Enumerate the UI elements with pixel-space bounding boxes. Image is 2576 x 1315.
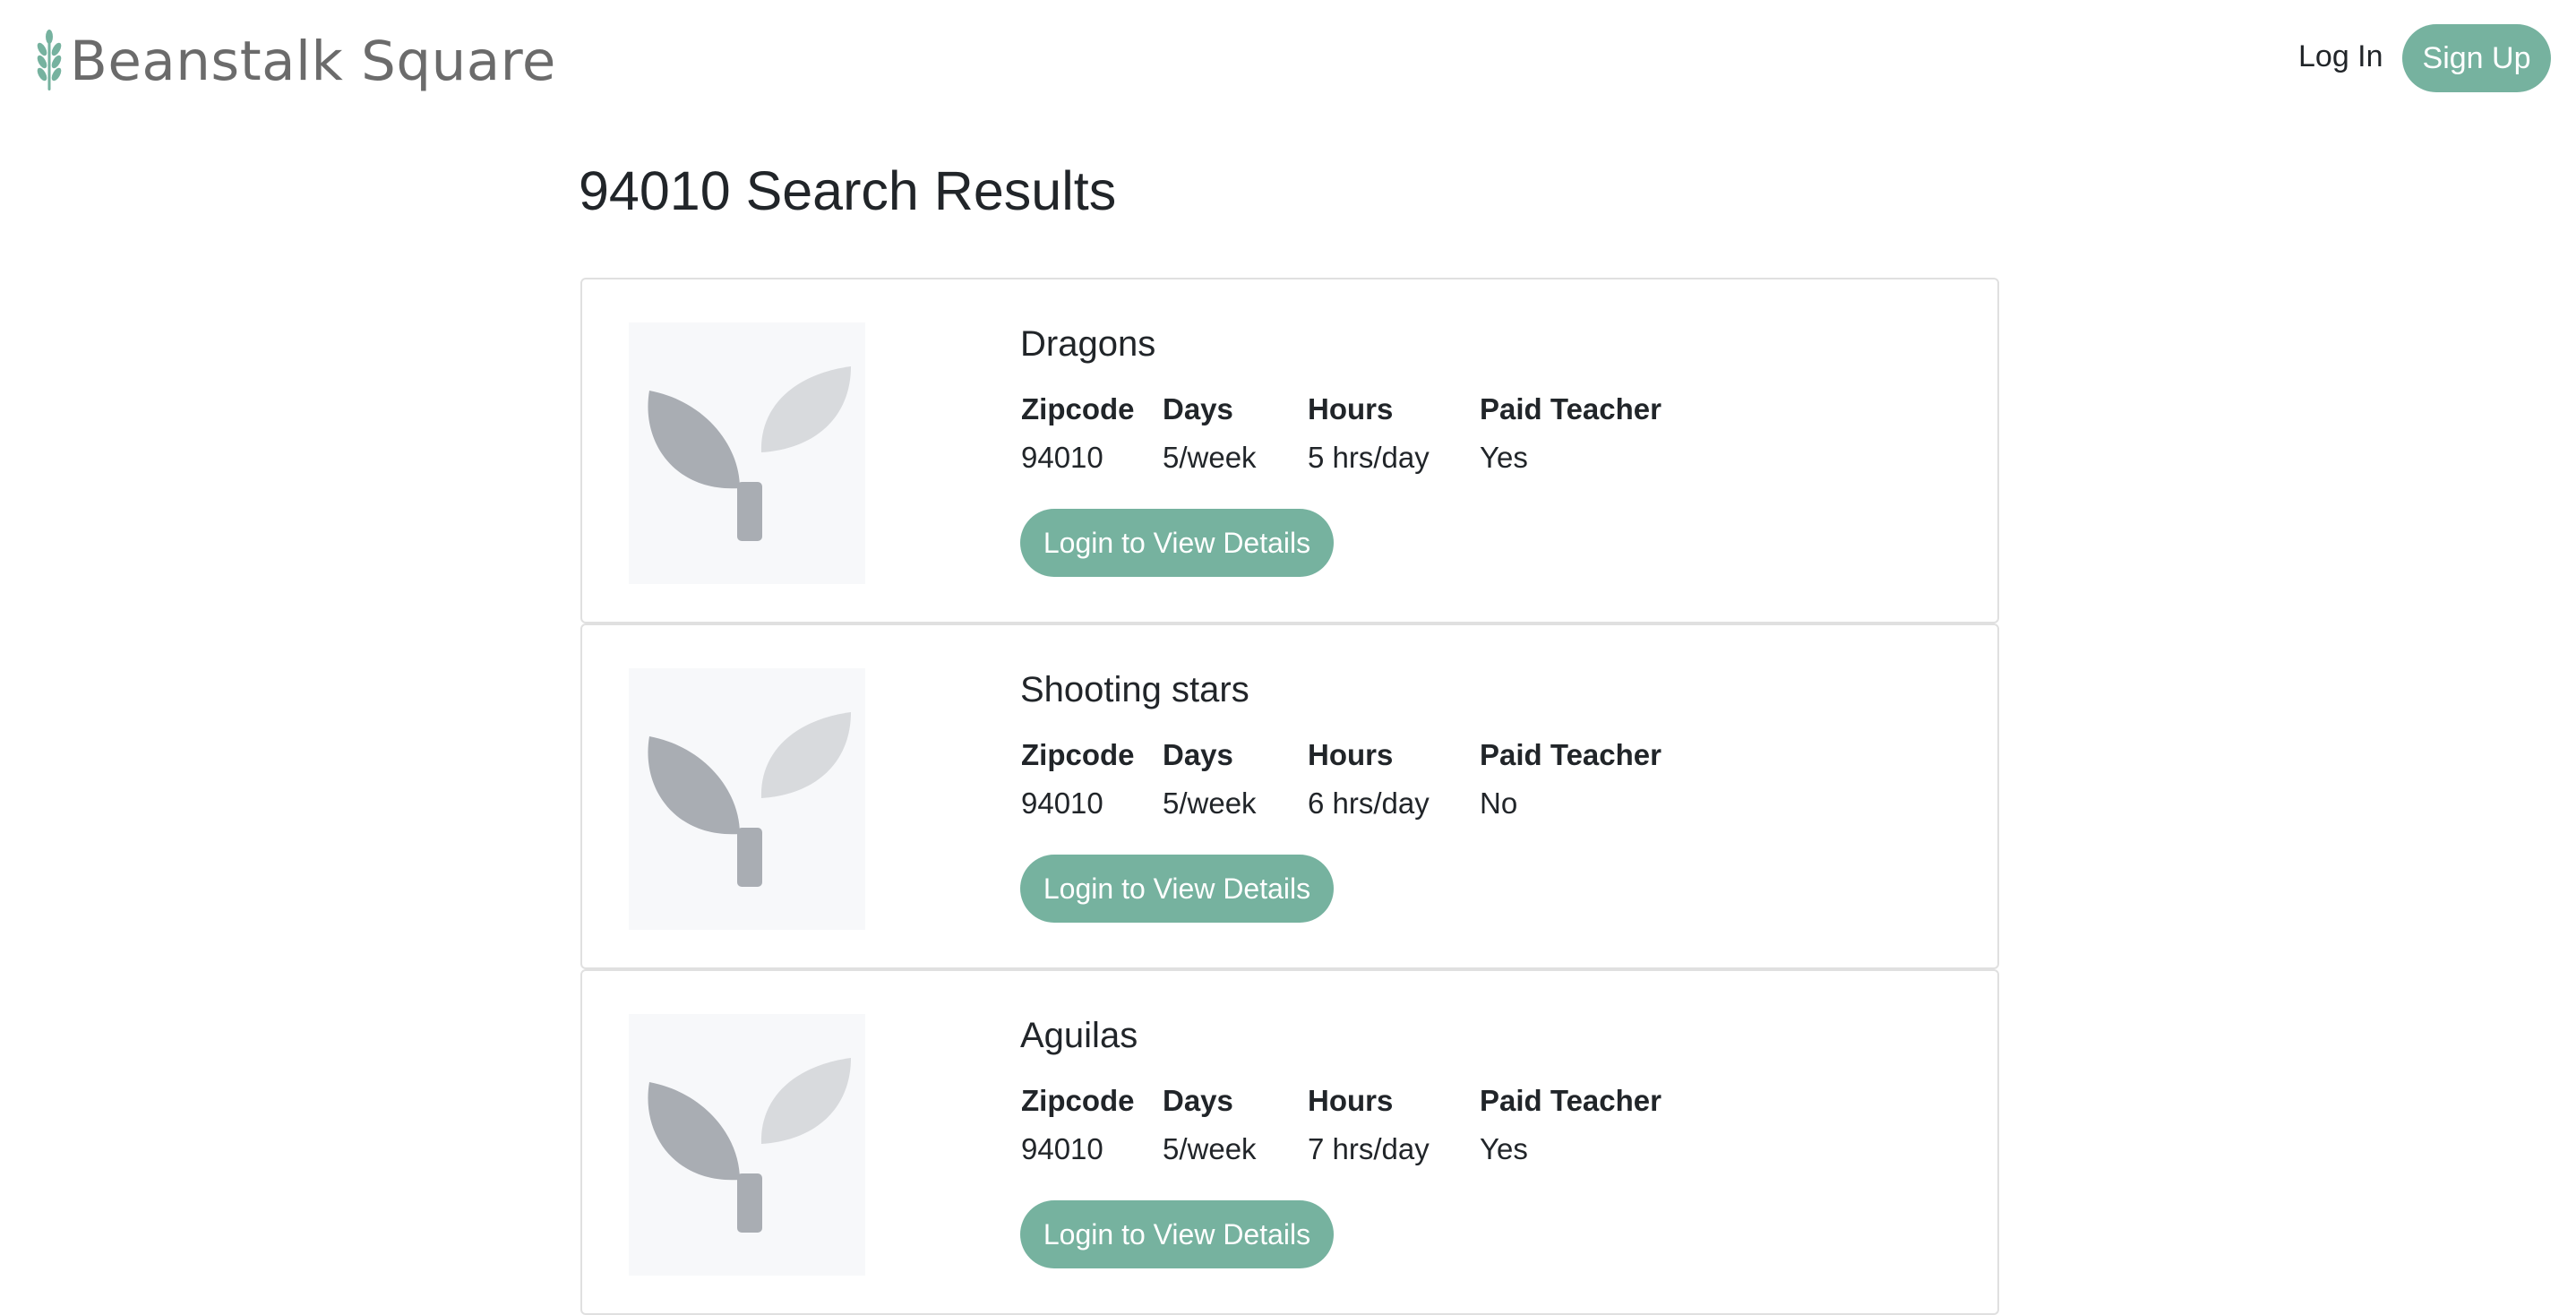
hours-value: 5 hrs/day — [1308, 441, 1430, 474]
days-value: 5/week — [1163, 441, 1257, 474]
program-name: Shooting stars — [1020, 670, 1249, 709]
sprout-icon — [648, 366, 851, 541]
result-card: Shooting stars Zipcode 94010 Days 5/week… — [580, 623, 1999, 969]
paid-teacher-column: Paid Teacher Yes — [1480, 1084, 1662, 1166]
result-card: Dragons Zipcode 94010 Days 5/week Hours … — [580, 278, 1999, 623]
zipcode-column: Zipcode 94010 — [1021, 1084, 1135, 1166]
results-list: Dragons Zipcode 94010 Days 5/week Hours … — [580, 278, 1999, 1315]
days-label: Days — [1163, 392, 1233, 425]
page-title: 94010 Search Results — [579, 160, 1117, 221]
days-column: Days 5/week — [1163, 738, 1257, 821]
zipcode-value: 94010 — [1021, 786, 1103, 820]
paid-teacher-label: Paid Teacher — [1480, 392, 1662, 425]
login-link[interactable]: Log In — [2298, 39, 2383, 74]
hours-column: Hours 7 hrs/day — [1308, 1084, 1430, 1166]
paid-teacher-label: Paid Teacher — [1480, 1084, 1662, 1117]
paid-teacher-column: Paid Teacher No — [1480, 738, 1662, 821]
paid-teacher-value: Yes — [1480, 441, 1528, 474]
sprout-icon — [648, 1058, 851, 1233]
sprout-placeholder-image — [629, 1014, 865, 1276]
paid-teacher-value: No — [1480, 786, 1518, 820]
sprout-icon — [648, 712, 851, 887]
days-column: Days 5/week — [1163, 392, 1257, 475]
program-name: Dragons — [1020, 324, 1156, 364]
result-card: Aguilas Zipcode 94010 Days 5/week Hours … — [580, 969, 1999, 1315]
hours-value: 7 hrs/day — [1308, 1132, 1430, 1165]
brand-logo[interactable]: Beanstalk Square — [34, 25, 556, 97]
sprout-placeholder-image — [629, 322, 865, 584]
hours-column: Hours 5 hrs/day — [1308, 392, 1430, 475]
paid-teacher-label: Paid Teacher — [1480, 738, 1662, 771]
zipcode-column: Zipcode 94010 — [1021, 738, 1135, 821]
signup-button[interactable]: Sign Up — [2402, 24, 2551, 92]
days-column: Days 5/week — [1163, 1084, 1257, 1166]
login-to-view-details-button[interactable]: Login to View Details — [1020, 855, 1334, 923]
zipcode-label: Zipcode — [1021, 738, 1135, 771]
program-name: Aguilas — [1020, 1016, 1138, 1055]
zipcode-label: Zipcode — [1021, 392, 1135, 425]
hours-column: Hours 6 hrs/day — [1308, 738, 1430, 821]
days-value: 5/week — [1163, 786, 1257, 820]
zipcode-column: Zipcode 94010 — [1021, 392, 1135, 475]
hours-label: Hours — [1308, 392, 1394, 425]
hours-label: Hours — [1308, 738, 1394, 771]
wheat-icon — [37, 30, 62, 90]
days-value: 5/week — [1163, 1132, 1257, 1165]
paid-teacher-column: Paid Teacher Yes — [1480, 392, 1662, 475]
login-to-view-details-button[interactable]: Login to View Details — [1020, 1200, 1334, 1268]
sprout-placeholder-image — [629, 668, 865, 930]
hours-label: Hours — [1308, 1084, 1394, 1117]
paid-teacher-value: Yes — [1480, 1132, 1528, 1165]
brand-name: Beanstalk Square — [70, 29, 556, 93]
top-navbar: Beanstalk Square Log In Sign Up — [0, 0, 2576, 116]
zipcode-label: Zipcode — [1021, 1084, 1135, 1117]
hours-value: 6 hrs/day — [1308, 786, 1430, 820]
days-label: Days — [1163, 1084, 1233, 1117]
zipcode-value: 94010 — [1021, 1132, 1103, 1165]
login-to-view-details-button[interactable]: Login to View Details — [1020, 509, 1334, 577]
zipcode-value: 94010 — [1021, 441, 1103, 474]
days-label: Days — [1163, 738, 1233, 771]
